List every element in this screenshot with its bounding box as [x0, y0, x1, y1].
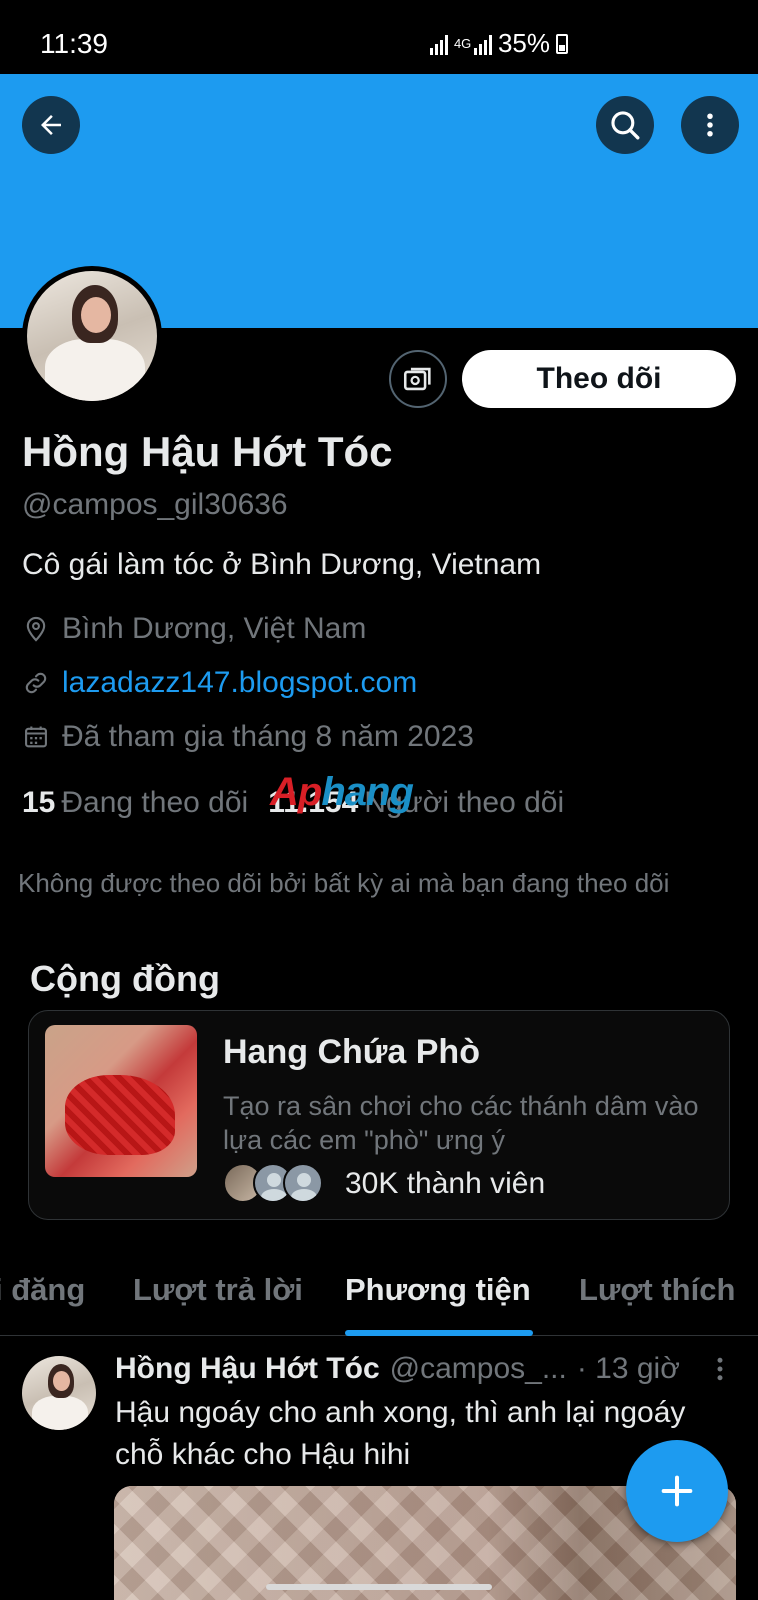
network-type: 4G: [453, 36, 472, 51]
signal-icon-2: [473, 33, 492, 55]
subscription-icon: [403, 367, 431, 391]
community-member-count: 30K thành viên: [345, 1167, 546, 1200]
more-vertical-icon: [717, 1357, 723, 1381]
post-more-button[interactable]: [712, 1354, 728, 1389]
link-icon: [25, 672, 47, 694]
following-link[interactable]: 15 Đang theo dõi: [22, 786, 248, 820]
website-link[interactable]: lazadazz147.blogspot.com: [62, 666, 417, 700]
profile-handle: @campos_gil30636: [22, 488, 288, 521]
community-name: Hang Chứa Phò: [223, 1033, 480, 1071]
post-timestamp: · 13 giờ: [576, 1352, 680, 1385]
location-pin-icon: [26, 616, 46, 642]
tab-media[interactable]: Phương tiện: [345, 1272, 531, 1308]
profile-bio: Cô gái làm tóc ở Bình Dương, Vietnam: [22, 548, 542, 581]
tab-replies[interactable]: Lượt trả lời: [133, 1272, 303, 1308]
joined-text: Đã tham gia tháng 8 năm 2023: [62, 720, 474, 753]
arrow-left-icon: [41, 115, 61, 135]
profile-website[interactable]: lazadazz147.blogspot.com: [22, 666, 417, 700]
not-followed-note: Không được theo dõi bởi bất kỳ ai mà bạn…: [18, 868, 670, 898]
community-thumbnail: [45, 1025, 197, 1177]
watermark-part-1: Ap: [270, 770, 322, 814]
community-card[interactable]: Hang Chứa Phò Tạo ra sân chơi cho các th…: [28, 1010, 730, 1220]
battery-icon: [556, 33, 568, 54]
search-button[interactable]: [596, 96, 654, 154]
location-text: Bình Dương, Việt Nam: [62, 612, 367, 645]
tab-likes[interactable]: Lượt thích: [579, 1272, 735, 1308]
profile-joined: Đã tham gia tháng 8 năm 2023: [22, 720, 474, 754]
plus-icon: [661, 1475, 693, 1507]
status-time: 11:39: [40, 28, 108, 59]
community-description: Tạo ra sân chơi cho các thánh dâm vào lự…: [223, 1091, 699, 1155]
post-author-handle: @campos_...: [389, 1352, 567, 1385]
more-vertical-icon: [707, 113, 713, 137]
profile-location: Bình Dương, Việt Nam: [22, 612, 366, 646]
search-icon: [611, 111, 640, 140]
profile-avatar[interactable]: [22, 266, 162, 406]
status-bar: 11:39 4G 35%: [0, 0, 758, 74]
watermark-logo: Aphang: [270, 770, 414, 815]
member-avatars: [223, 1163, 323, 1203]
follow-button[interactable]: Theo dõi: [462, 350, 736, 408]
member-avatar-placeholder: [283, 1163, 323, 1203]
compose-button[interactable]: [626, 1440, 728, 1542]
community-section-title: Cộng đồng: [30, 958, 220, 999]
status-indicators: 4G 35%: [429, 28, 568, 59]
signal-icon: [429, 33, 448, 55]
back-button[interactable]: [22, 96, 80, 154]
display-name: Hồng Hậu Hớt Tóc: [22, 428, 393, 475]
watermark-part-2: hang: [321, 770, 414, 814]
subscriptions-button[interactable]: [389, 350, 447, 408]
profile-tabs: i đăng Lượt trả lời Phương tiện Lượt thí…: [0, 1250, 758, 1336]
tab-posts[interactable]: i đăng: [0, 1272, 85, 1308]
post-author-avatar[interactable]: [22, 1356, 96, 1430]
battery-percent: 35%: [497, 28, 550, 58]
following-count: 15: [22, 786, 56, 819]
active-tab-indicator: [345, 1330, 533, 1336]
post-author-name[interactable]: Hồng Hậu Hớt Tóc: [115, 1352, 380, 1386]
calendar-icon: [25, 726, 47, 748]
more-options-button[interactable]: [681, 96, 739, 154]
home-indicator[interactable]: [266, 1584, 492, 1590]
avatar-image: [27, 271, 157, 401]
post-header: Hồng Hậu Hớt Tóc @campos_... · 13 giờ: [115, 1352, 680, 1386]
following-label: Đang theo dõi: [61, 786, 249, 819]
